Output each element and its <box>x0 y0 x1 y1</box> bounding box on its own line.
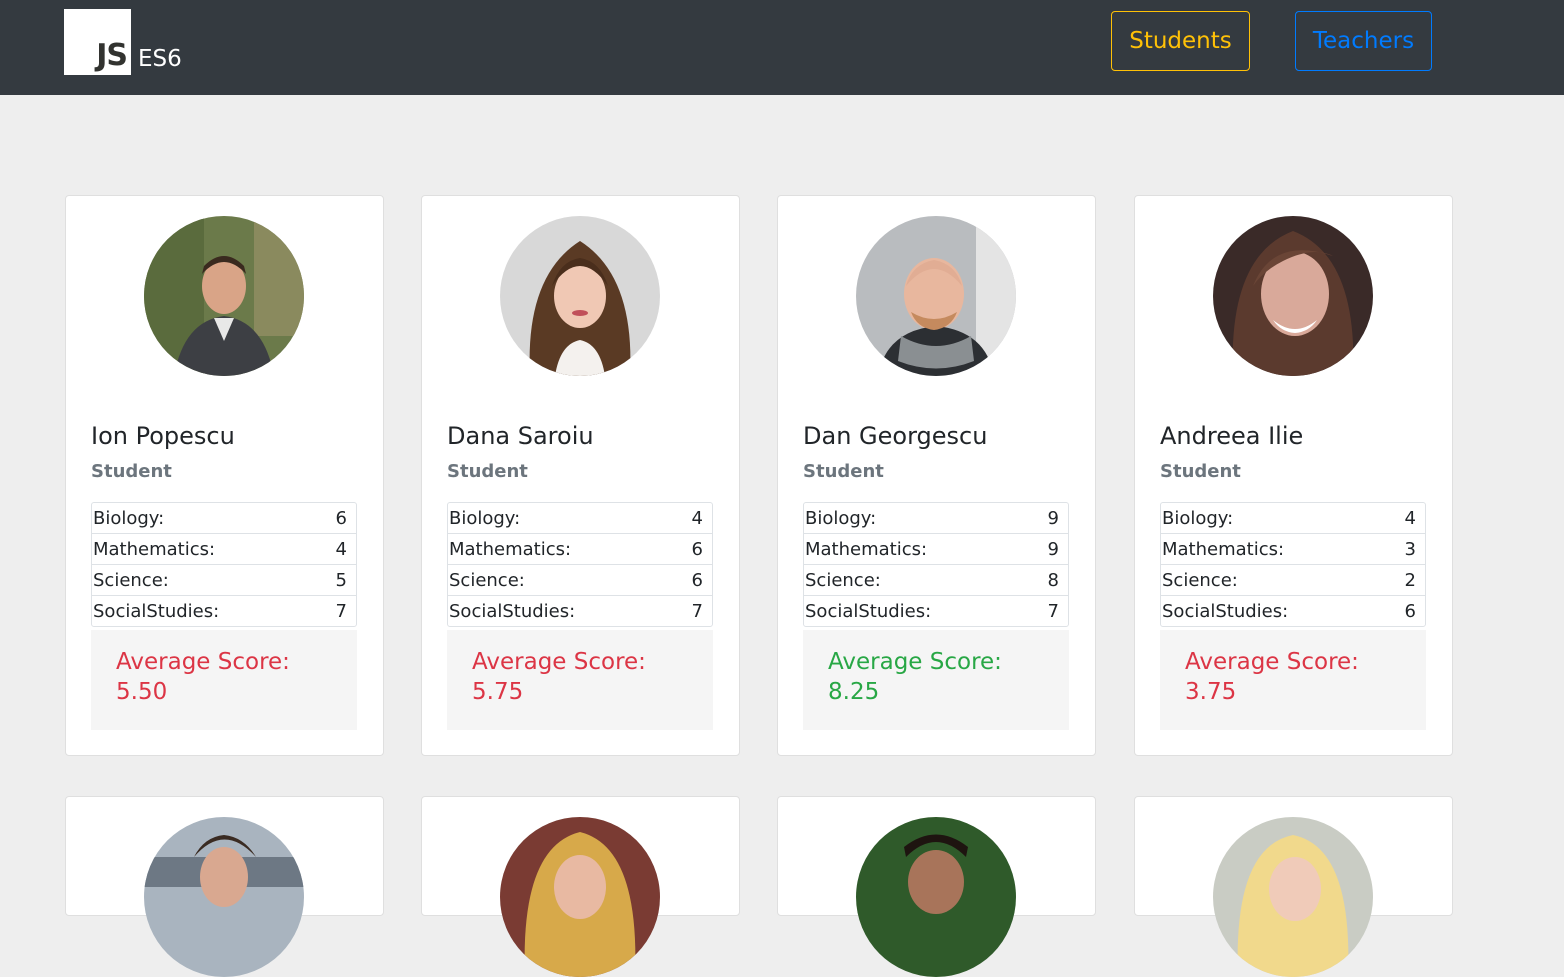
student-card <box>421 796 740 977</box>
score-row: Science: 8 <box>804 565 1068 596</box>
subject-label: Science: <box>449 569 525 591</box>
score-row: Science: 5 <box>92 565 356 596</box>
teachers-button[interactable]: Teachers <box>1295 11 1432 71</box>
student-role: Student <box>91 461 172 482</box>
student-card: Dana Saroiu Student Biology: 4 Mathematic… <box>421 195 740 756</box>
subject-label: Science: <box>805 569 881 591</box>
average-score-panel: Average Score: 5.75 <box>447 630 713 730</box>
score-value: 4 <box>691 507 703 529</box>
scores-table: Biology: 4 Mathematics: 6 Science: 6 Social… <box>447 502 713 627</box>
average-score-panel: Average Score: 3.75 <box>1160 630 1426 730</box>
subject-label: SocialStudies: <box>805 600 932 622</box>
score-value: 6 <box>691 538 703 560</box>
subject-label: Mathematics: <box>805 538 928 560</box>
subject-label: SocialStudies: <box>449 600 576 622</box>
average-score-value: 8.25 <box>828 679 880 705</box>
student-avatar <box>1213 216 1373 376</box>
student-avatar <box>500 817 660 977</box>
subject-label: Mathematics: <box>449 538 572 560</box>
score-value: 7 <box>335 600 347 622</box>
subject-label: Mathematics: <box>1162 538 1285 560</box>
student-card <box>65 796 384 977</box>
student-avatar <box>1213 817 1373 977</box>
average-score-panel: Average Score: 8.25 <box>803 630 1069 730</box>
average-score-value: 3.75 <box>1185 679 1237 705</box>
student-name: Ion Popescu <box>91 422 235 450</box>
subject-label: Science: <box>93 569 169 591</box>
score-row: Biology: 9 <box>804 503 1068 534</box>
student-role: Student <box>1160 461 1241 482</box>
score-value: 2 <box>1404 569 1416 591</box>
score-row: SocialStudies: 7 <box>804 596 1068 626</box>
average-score-label: Average Score: <box>1185 649 1359 675</box>
average-score-label: Average Score: <box>472 649 646 675</box>
score-value: 6 <box>335 507 347 529</box>
student-name: Dan Georgescu <box>803 422 988 450</box>
score-value: 9 <box>1047 538 1059 560</box>
logo-text: JS <box>96 38 128 73</box>
average-score-value: 5.75 <box>472 679 524 705</box>
score-row: Mathematics: 6 <box>448 534 712 565</box>
scores-table: Biology: 9 Mathematics: 9 Science: 8 Social… <box>803 502 1069 627</box>
score-value: 7 <box>691 600 703 622</box>
score-value: 6 <box>691 569 703 591</box>
score-row: Mathematics: 4 <box>92 534 356 565</box>
student-name: Andreea Ilie <box>1160 422 1304 450</box>
student-avatar <box>856 216 1016 376</box>
score-value: 5 <box>335 569 347 591</box>
student-avatar <box>856 817 1016 977</box>
student-card <box>777 796 1096 977</box>
students-button[interactable]: Students <box>1111 11 1250 71</box>
subject-label: Biology: <box>93 507 165 529</box>
average-score-label: Average Score: <box>828 649 1002 675</box>
score-row: SocialStudies: 7 <box>448 596 712 626</box>
average-score-label: Average Score: <box>116 649 290 675</box>
subject-label: Mathematics: <box>93 538 216 560</box>
score-value: 6 <box>1404 600 1416 622</box>
score-row: Science: 6 <box>448 565 712 596</box>
student-avatar <box>500 216 660 376</box>
js-logo[interactable]: JS <box>64 9 131 75</box>
top-navbar: JS ES6 Students Teachers <box>0 0 1564 95</box>
score-value: 4 <box>335 538 347 560</box>
student-role: Student <box>447 461 528 482</box>
brand-label[interactable]: ES6 <box>138 46 182 72</box>
score-value: 7 <box>1047 600 1059 622</box>
subject-label: SocialStudies: <box>93 600 220 622</box>
average-score-panel: Average Score: 5.50 <box>91 630 357 730</box>
scores-table: Biology: 4 Mathematics: 3 Science: 2 Social… <box>1160 502 1426 627</box>
student-card: Dan Georgescu Student Biology: 9 Mathemat… <box>777 195 1096 756</box>
student-avatar <box>144 817 304 977</box>
student-role: Student <box>803 461 884 482</box>
score-row: Mathematics: 9 <box>804 534 1068 565</box>
score-row: SocialStudies: 7 <box>92 596 356 626</box>
score-value: 9 <box>1047 507 1059 529</box>
subject-label: Science: <box>1162 569 1238 591</box>
score-row: SocialStudies: 6 <box>1161 596 1425 626</box>
student-card: Ion Popescu Student Biology: 6 Mathematic… <box>65 195 384 756</box>
student-name: Dana Saroiu <box>447 422 594 450</box>
score-row: Mathematics: 3 <box>1161 534 1425 565</box>
student-card: Andreea Ilie Student Biology: 4 Mathemati… <box>1134 195 1453 756</box>
score-row: Science: 2 <box>1161 565 1425 596</box>
student-card <box>1134 796 1453 977</box>
subject-label: SocialStudies: <box>1162 600 1289 622</box>
score-row: Biology: 4 <box>1161 503 1425 534</box>
subject-label: Biology: <box>1162 507 1234 529</box>
score-value: 3 <box>1404 538 1416 560</box>
subject-label: Biology: <box>805 507 877 529</box>
score-value: 4 <box>1404 507 1416 529</box>
score-value: 8 <box>1047 569 1059 591</box>
score-row: Biology: 4 <box>448 503 712 534</box>
score-row: Biology: 6 <box>92 503 356 534</box>
student-avatar <box>144 216 304 376</box>
subject-label: Biology: <box>449 507 521 529</box>
average-score-value: 5.50 <box>116 679 168 705</box>
scores-table: Biology: 6 Mathematics: 4 Science: 5 Social… <box>91 502 357 627</box>
